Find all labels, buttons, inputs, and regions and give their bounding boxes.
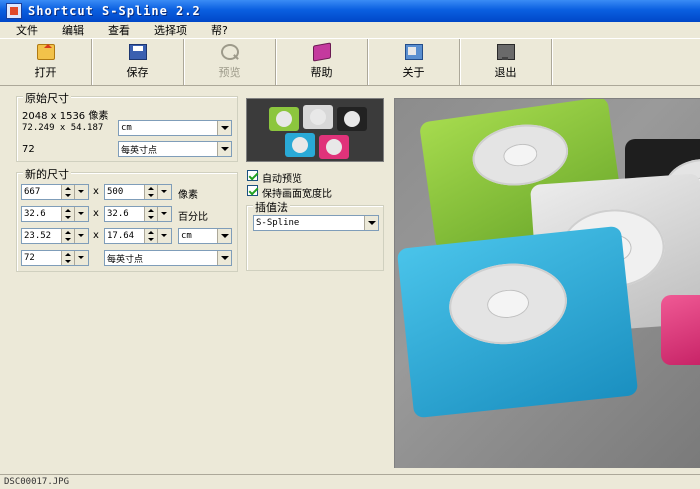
ipod-blue bbox=[396, 225, 639, 419]
chevron-down-icon[interactable] bbox=[74, 207, 88, 221]
times-sign: x bbox=[93, 186, 99, 197]
dpi-input[interactable]: 72 bbox=[21, 250, 89, 266]
menu-edit[interactable]: 编辑 bbox=[50, 22, 96, 38]
menu-view[interactable]: 查看 bbox=[96, 22, 142, 38]
original-dpi-unit-select[interactable]: 每英寸点 bbox=[118, 141, 232, 157]
thumb-ipod-green bbox=[269, 107, 299, 131]
exit-button[interactable]: 退出 bbox=[460, 39, 552, 85]
interpolation-title: 插值法 bbox=[253, 199, 290, 215]
help-button[interactable]: 帮助 bbox=[276, 39, 368, 85]
menu-options[interactable]: 选择项 bbox=[142, 22, 199, 38]
width-cm-spinner[interactable] bbox=[61, 229, 74, 243]
thumb-ipod-black bbox=[337, 107, 367, 131]
menu-file[interactable]: 文件 bbox=[0, 22, 50, 38]
about-button[interactable]: 关于 bbox=[368, 39, 460, 85]
height-pct-spinner[interactable] bbox=[144, 207, 157, 221]
width-px-input[interactable]: 667 bbox=[21, 184, 89, 200]
title-bar[interactable]: Shortcut S-Spline 2.2 bbox=[0, 0, 700, 22]
new-size-title: 新的尺寸 bbox=[23, 166, 71, 182]
height-cm-spinner[interactable] bbox=[144, 229, 157, 243]
chevron-down-icon[interactable] bbox=[157, 207, 171, 221]
app-icon bbox=[6, 3, 22, 19]
keep-aspect-label: 保持画面宽度比 bbox=[262, 189, 332, 200]
about-label: 关于 bbox=[402, 66, 425, 79]
exit-label: 退出 bbox=[494, 66, 517, 79]
interpolation-value: S-Spline bbox=[256, 218, 300, 228]
image-preview[interactable] bbox=[394, 98, 700, 468]
new-dpi-unit-value: 每英寸点 bbox=[107, 254, 144, 265]
chevron-down-icon[interactable] bbox=[74, 251, 88, 265]
original-size-value: 72.249 x 54.187 bbox=[22, 123, 104, 133]
thumb-ipod-silver bbox=[303, 105, 333, 129]
folder-open-icon bbox=[36, 44, 55, 60]
new-unit-value: cm bbox=[181, 231, 192, 241]
exit-monitor-icon bbox=[496, 44, 515, 60]
original-dpi-unit-value: 每英寸点 bbox=[121, 145, 158, 156]
dpi-spinner[interactable] bbox=[61, 251, 74, 265]
thumb-ipod-blue bbox=[285, 133, 315, 157]
height-cm-input[interactable]: 17.64 bbox=[104, 228, 172, 244]
chevron-down-icon[interactable] bbox=[217, 251, 231, 265]
width-cm-value: 23.52 bbox=[24, 231, 52, 241]
help-book-icon bbox=[312, 42, 331, 62]
app-window: Shortcut S-Spline 2.2 文件 编辑 查看 选择项 帮? 打开… bbox=[0, 0, 700, 489]
thumbnail-preview[interactable] bbox=[246, 98, 384, 162]
original-unit-value: cm bbox=[121, 123, 132, 133]
new-unit-select[interactable]: cm bbox=[178, 228, 232, 244]
menu-bar: 文件 编辑 查看 选择项 帮? bbox=[0, 22, 700, 38]
percent-label: 百分比 bbox=[178, 212, 208, 223]
original-size-title: 原始尺寸 bbox=[23, 90, 71, 106]
width-pct-value: 32.6 bbox=[24, 209, 46, 219]
chevron-down-icon[interactable] bbox=[217, 229, 231, 243]
save-button[interactable]: 保存 bbox=[92, 39, 184, 85]
chevron-down-icon[interactable] bbox=[157, 229, 171, 243]
height-pct-value: 32.6 bbox=[107, 209, 129, 219]
times-sign: x bbox=[93, 230, 99, 241]
toolbar: 打开 保存 预览 帮助 关于 退出 bbox=[0, 38, 700, 86]
pixels-label: 像素 bbox=[178, 190, 198, 201]
open-button[interactable]: 打开 bbox=[0, 39, 92, 85]
dpi-value: 72 bbox=[24, 253, 35, 263]
height-cm-value: 17.64 bbox=[107, 231, 135, 241]
interpolation-select[interactable]: S-Spline bbox=[253, 215, 379, 231]
chevron-down-icon[interactable] bbox=[157, 185, 171, 199]
status-filename: DSC00017.JPG bbox=[4, 477, 70, 487]
width-cm-input[interactable]: 23.52 bbox=[21, 228, 89, 244]
preview-button[interactable]: 预览 bbox=[184, 39, 276, 85]
width-pct-input[interactable]: 32.6 bbox=[21, 206, 89, 222]
about-icon bbox=[404, 44, 423, 60]
chevron-down-icon[interactable] bbox=[217, 121, 231, 135]
thumb-ipod-pink bbox=[319, 135, 349, 159]
original-pixels: 2048 x 1536 像素 bbox=[22, 111, 109, 122]
chevron-down-icon[interactable] bbox=[364, 216, 378, 230]
chevron-down-icon[interactable] bbox=[74, 229, 88, 243]
original-dpi: 72 bbox=[22, 144, 35, 155]
window-title: Shortcut S-Spline 2.2 bbox=[28, 4, 201, 18]
help-label: 帮助 bbox=[310, 66, 333, 79]
width-pct-spinner[interactable] bbox=[61, 207, 74, 221]
height-px-value: 500 bbox=[107, 187, 124, 197]
keep-aspect-checkbox[interactable] bbox=[247, 185, 258, 196]
chevron-down-icon[interactable] bbox=[74, 185, 88, 199]
status-bar: DSC00017.JPG bbox=[0, 474, 700, 489]
preview-label: 预览 bbox=[218, 66, 241, 79]
times-sign: x bbox=[93, 208, 99, 219]
chevron-down-icon[interactable] bbox=[217, 142, 231, 156]
width-px-spinner[interactable] bbox=[61, 185, 74, 199]
new-dpi-unit-select[interactable]: 每英寸点 bbox=[104, 250, 232, 266]
width-px-value: 667 bbox=[24, 187, 41, 197]
save-label: 保存 bbox=[126, 66, 149, 79]
auto-preview-checkbox[interactable] bbox=[247, 170, 258, 181]
ipod-pink bbox=[661, 295, 700, 365]
height-px-spinner[interactable] bbox=[144, 185, 157, 199]
auto-preview-label: 自动预览 bbox=[262, 174, 302, 185]
height-px-input[interactable]: 500 bbox=[104, 184, 172, 200]
height-pct-input[interactable]: 32.6 bbox=[104, 206, 172, 222]
magnifier-icon bbox=[220, 44, 239, 60]
open-label: 打开 bbox=[34, 66, 57, 79]
floppy-disk-icon bbox=[128, 44, 147, 60]
menu-help[interactable]: 帮? bbox=[199, 22, 240, 38]
original-unit-select[interactable]: cm bbox=[118, 120, 232, 136]
